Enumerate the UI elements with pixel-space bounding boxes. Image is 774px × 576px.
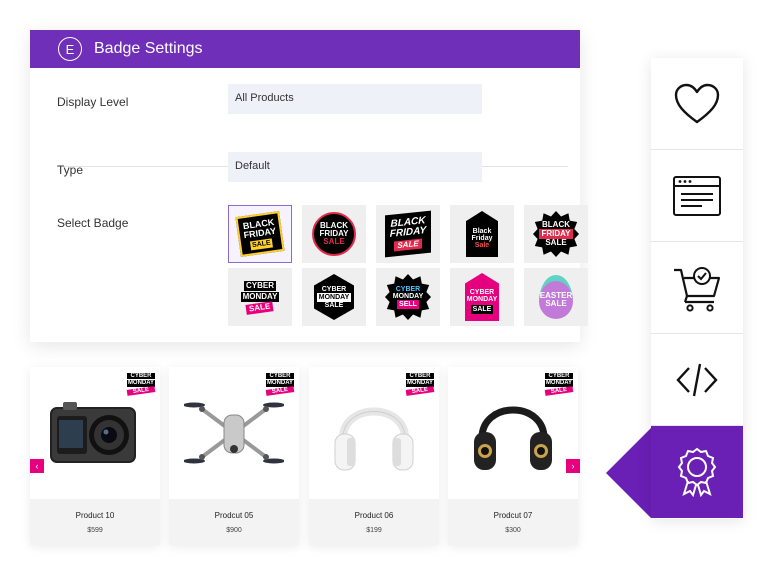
- badge-option[interactable]: Black Friday Sale: [450, 205, 514, 263]
- active-tab-pointer: [606, 427, 652, 519]
- badge-option[interactable]: BLACK FRIDAY SALE: [376, 205, 440, 263]
- cart-check-icon: [674, 266, 721, 312]
- product-info: Product 06 $199: [309, 499, 439, 545]
- badge-text: SELL: [397, 299, 419, 309]
- badge-graphic: CYBER MONDAY SALE: [465, 273, 499, 321]
- badge-text: CYBER: [243, 281, 276, 291]
- cyber-monday-badge: CYBER MONDAY SALE: [405, 373, 435, 396]
- badge-text: SALE: [249, 237, 274, 250]
- badge-graphic: BLACK FRIDAY SALE: [235, 211, 285, 257]
- badge-option[interactable]: BLACK FRIDAY SALE: [524, 205, 588, 263]
- panel-title: Badge Settings: [94, 40, 203, 57]
- badge-graphic: CYBER MONDAY SALE: [314, 274, 354, 320]
- badge-option[interactable]: CYBER MONDAY SALE: [228, 268, 292, 326]
- product-info: Prodcut 07 $300: [448, 499, 578, 545]
- badge-text: SALE: [394, 238, 422, 252]
- badge-grid: BLACK FRIDAY SALE BLACK FRIDAY SALE BLACK FRI…: [228, 205, 588, 326]
- white-headphones-image: [334, 407, 414, 471]
- code-button[interactable]: [651, 334, 743, 426]
- badge-text: MONDAY: [392, 292, 424, 300]
- badge-text: CYBER: [127, 373, 155, 380]
- badge-text: Friday: [471, 234, 493, 242]
- badge-graphic: EASTER SALE: [539, 275, 573, 319]
- award-badge-icon: [677, 447, 717, 497]
- display-level-label: Display Level: [57, 95, 129, 109]
- badge-text: SALE: [324, 301, 344, 309]
- badge-option[interactable]: CYBER MONDAY SALE: [450, 268, 514, 326]
- cyber-monday-badge: CYBER MONDAY SALE: [126, 373, 156, 396]
- badge-text: MONDAY: [466, 295, 498, 303]
- product-name[interactable]: Product 10: [30, 511, 160, 520]
- black-headphones-image: [474, 406, 552, 470]
- carousel-next-button[interactable]: ›: [566, 459, 580, 473]
- product-info: Prodcut 05 $900: [169, 499, 299, 545]
- product-card[interactable]: CYBER MONDAY SALE Prodcut 05 $900: [169, 367, 299, 545]
- browser-window-icon: [673, 175, 721, 216]
- badge-button[interactable]: [651, 426, 743, 518]
- badge-option[interactable]: EASTER SALE: [524, 268, 588, 326]
- badge-text: SALE: [545, 238, 567, 247]
- badge-text: CYBER: [406, 373, 434, 380]
- badge-graphic: BLACK FRIDAY SALE: [385, 210, 431, 258]
- type-label: Type: [57, 163, 84, 177]
- wishlist-heart-icon: [674, 83, 720, 123]
- badge-option[interactable]: CYBER MONDAY SELL: [376, 268, 440, 326]
- product-name[interactable]: Prodcut 05: [169, 511, 299, 520]
- badge-text: CYBER: [266, 373, 294, 380]
- product-card[interactable]: CYBER MONDAY SALE Product 10 $599: [30, 367, 160, 545]
- badge-graphic: BLACK FRIDAY SALE: [312, 212, 356, 256]
- product-info: Product 10 $599: [30, 499, 160, 545]
- product-price: $199: [366, 527, 382, 534]
- action-camera-image: [50, 402, 136, 463]
- carousel-prev-button[interactable]: ‹: [30, 459, 44, 473]
- badge-text: Black: [472, 227, 492, 235]
- badge-text: SALE: [265, 385, 295, 396]
- badge-text: MONDAY: [240, 292, 280, 302]
- badge-settings-panel: E Badge Settings Display Level All Produ…: [30, 30, 588, 342]
- wishlist-button[interactable]: [651, 58, 743, 150]
- code-icon: [676, 363, 718, 396]
- badge-text: SALE: [544, 385, 574, 396]
- display-level-select[interactable]: All Products: [228, 84, 482, 114]
- badge-text: SALE: [245, 301, 275, 315]
- type-select[interactable]: Default: [228, 152, 482, 182]
- badge-text: SALE: [323, 237, 345, 246]
- badge-option[interactable]: BLACK FRIDAY SALE: [228, 205, 292, 263]
- product-price: $900: [226, 527, 242, 534]
- elementor-logo-icon: E: [58, 37, 82, 61]
- badge-text: BLACK: [542, 220, 570, 229]
- badge-text: SALE: [545, 299, 567, 308]
- product-name[interactable]: Product 06: [309, 511, 439, 520]
- product-price: $599: [87, 527, 103, 534]
- product-card[interactable]: CYBER MONDAY SALE Product 06 $199: [309, 367, 439, 545]
- select-badge-label: Select Badge: [57, 216, 129, 230]
- quick-view-button[interactable]: [651, 150, 743, 242]
- badge-graphic: CYBER MONDAY SELL: [385, 274, 431, 320]
- cyber-monday-badge: CYBER MONDAY SALE: [265, 373, 295, 396]
- badge-graphic: CYBER MONDAY SALE: [237, 276, 283, 318]
- badge-text: CYBER: [469, 288, 495, 296]
- badge-text: SALE: [405, 385, 435, 396]
- product-name[interactable]: Prodcut 07: [448, 511, 578, 520]
- badge-text: SALE: [470, 304, 494, 314]
- badge-graphic: Black Friday Sale: [466, 211, 498, 257]
- product-price: $300: [505, 527, 521, 534]
- badge-text: CYBER: [321, 285, 347, 293]
- badge-text: Sale: [474, 241, 490, 249]
- badge-text: CYBER: [545, 373, 573, 380]
- cyber-monday-badge: CYBER MONDAY SALE: [544, 373, 574, 396]
- badge-text: SALE: [126, 385, 156, 396]
- product-card[interactable]: CYBER MONDAY SALE Prodcut 07 $300: [448, 367, 578, 545]
- panel-header: E Badge Settings: [30, 30, 580, 68]
- add-to-cart-button[interactable]: [651, 242, 743, 334]
- badge-graphic: BLACK FRIDAY SALE: [533, 211, 579, 257]
- badge-text: MONDAY: [316, 292, 352, 302]
- badge-text: CYBER: [395, 285, 421, 293]
- icon-sidebar: [651, 58, 743, 519]
- badge-option[interactable]: CYBER MONDAY SALE: [302, 268, 366, 326]
- badge-option[interactable]: BLACK FRIDAY SALE: [302, 205, 366, 263]
- drone-image: [184, 402, 284, 464]
- product-carousel: CYBER MONDAY SALE Product 10 $599 CYBER …: [30, 367, 580, 545]
